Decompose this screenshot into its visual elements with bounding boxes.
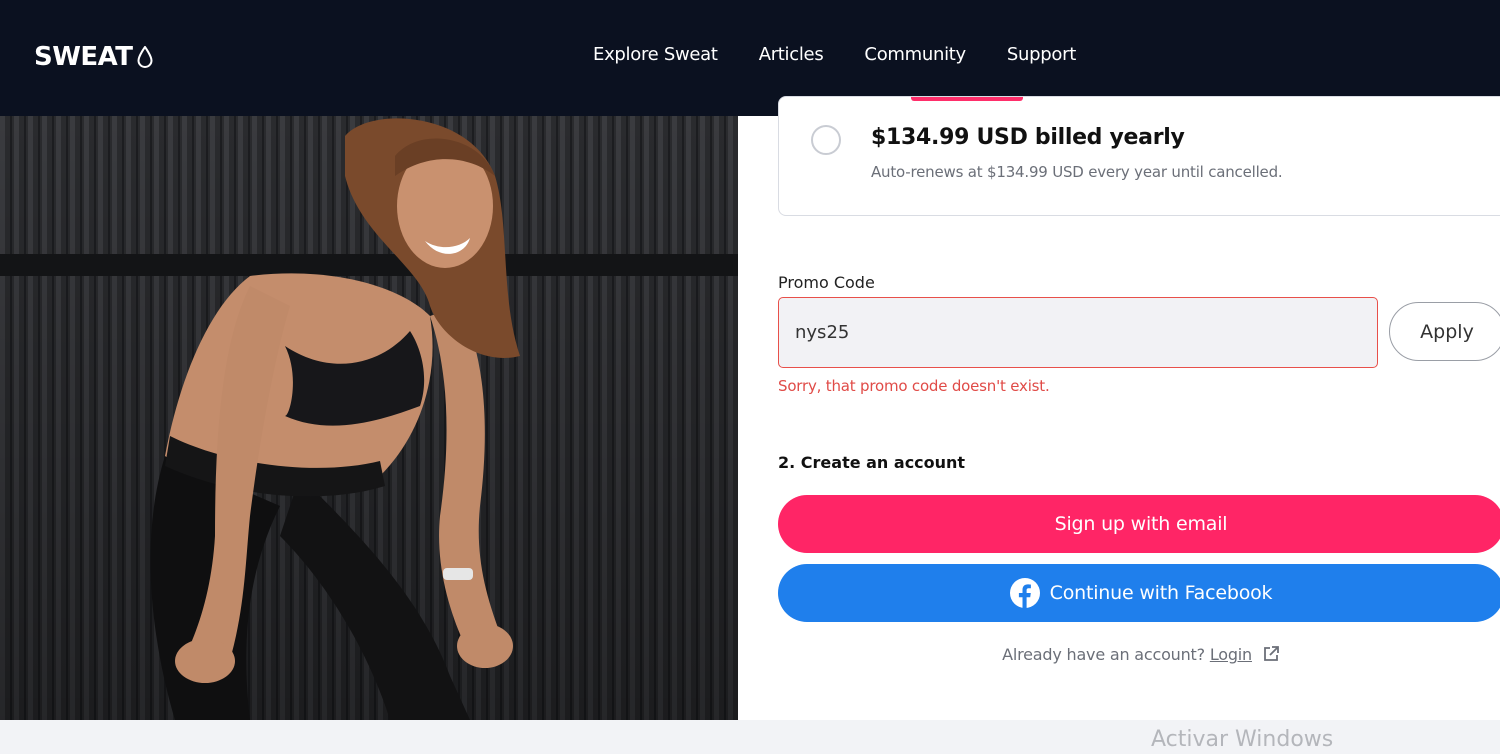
external-link-icon[interactable] [1262, 645, 1280, 663]
plan-option-yearly[interactable]: $134.99 USD billed yearly Auto-renews at… [778, 96, 1500, 216]
continue-facebook-button[interactable]: Continue with Facebook [778, 564, 1500, 622]
promo-error-message: Sorry, that promo code doesn't exist. [778, 377, 1050, 395]
login-link[interactable]: Login [1210, 645, 1252, 664]
nav-community[interactable]: Community [864, 44, 966, 65]
create-account-heading: 2. Create an account [778, 453, 966, 472]
facebook-icon [1009, 578, 1040, 608]
login-row: Already have an account? Login [778, 645, 1500, 664]
plan-ribbon [911, 97, 1023, 101]
radio-icon[interactable] [811, 125, 841, 155]
nav-support[interactable]: Support [1007, 44, 1076, 65]
main-nav: Explore Sweat Articles Community Support [593, 44, 1117, 65]
promo-code-input[interactable] [778, 297, 1378, 368]
sweat-logo[interactable]: SWEAT [34, 42, 153, 72]
apply-promo-button[interactable]: Apply [1389, 302, 1500, 361]
sign-up-email-button[interactable]: Sign up with email [778, 495, 1500, 553]
plan-price: $134.99 USD billed yearly [871, 125, 1185, 150]
logo-text: SWEAT [34, 42, 133, 72]
athlete-photo-illustration [0, 116, 738, 720]
windows-activation-watermark: Activar Windows [1151, 727, 1334, 752]
nav-articles[interactable]: Articles [759, 44, 824, 65]
hero-photo [0, 116, 738, 720]
nav-explore-sweat[interactable]: Explore Sweat [593, 44, 718, 65]
facebook-button-label: Continue with Facebook [1049, 582, 1273, 604]
login-prompt: Already have an account? [1002, 645, 1205, 664]
promo-code-label: Promo Code [778, 273, 875, 292]
sweat-drop-icon [137, 46, 153, 68]
plan-renewal-note: Auto-renews at $134.99 USD every year un… [871, 163, 1283, 181]
checkout-panel: $134.99 USD billed yearly Auto-renews at… [738, 96, 1500, 720]
